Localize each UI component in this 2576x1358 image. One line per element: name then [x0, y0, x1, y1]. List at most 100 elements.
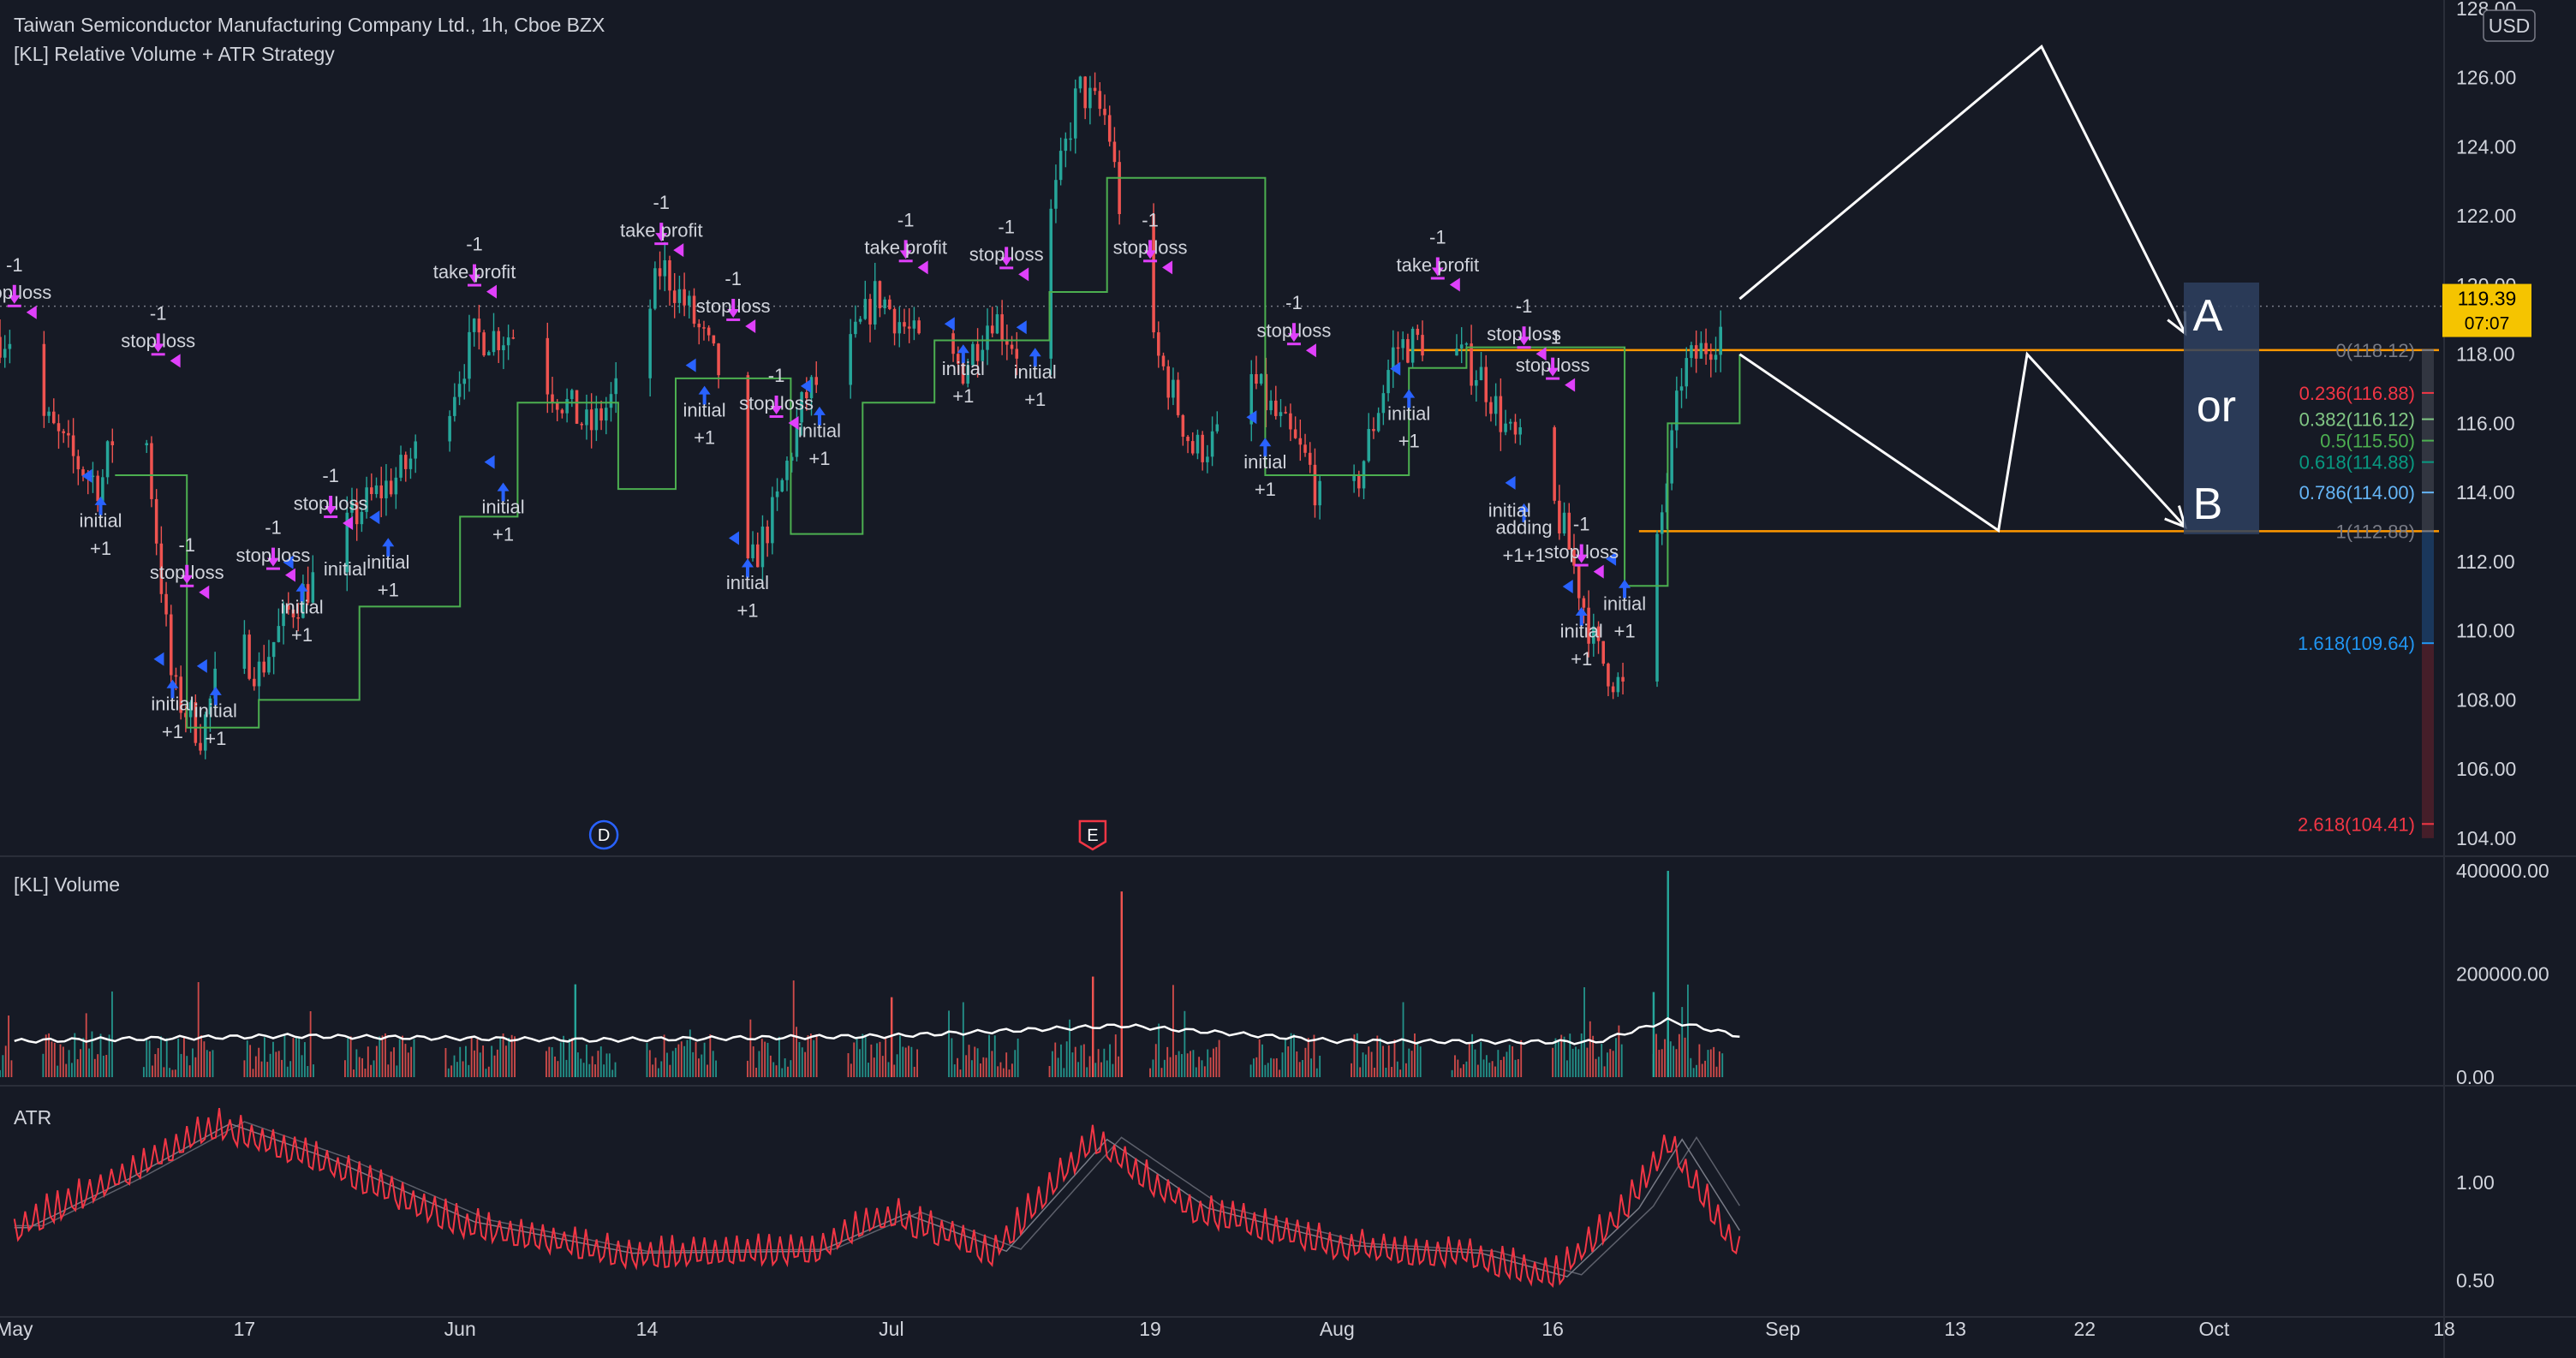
volume-bar — [885, 1037, 887, 1077]
volume-bar — [1178, 1051, 1180, 1077]
candle-body — [1005, 341, 1009, 345]
volume-bar — [99, 1033, 102, 1077]
candle-body — [1396, 347, 1400, 349]
volume-bar — [148, 1040, 151, 1077]
price-tick-label: 108.00 — [2456, 688, 2516, 711]
volume-bar — [188, 1065, 191, 1077]
volume-bar — [862, 1033, 864, 1077]
candle-body — [170, 614, 173, 676]
signal-label: -1 — [6, 254, 23, 276]
fib-band — [2422, 643, 2434, 838]
candle-body — [854, 321, 857, 335]
volume-bar — [482, 1045, 485, 1077]
candle-body — [1484, 366, 1488, 402]
volume-bar — [568, 1039, 570, 1077]
volume-bar — [1203, 1066, 1206, 1077]
candle-body — [868, 299, 872, 325]
exit-bar-icon — [151, 353, 165, 356]
volume-bar — [873, 1057, 875, 1077]
candle-body — [717, 343, 720, 376]
volume-bar — [551, 1047, 553, 1077]
price-tick-label: 124.00 — [2456, 135, 2516, 158]
volume-bar — [1701, 1063, 1703, 1077]
candle-body — [1186, 437, 1190, 442]
volume-bar — [295, 1037, 297, 1077]
candle-body — [986, 325, 989, 350]
candle-body — [692, 295, 696, 325]
volume-bar — [496, 1049, 498, 1077]
volume-bar — [1213, 1048, 1214, 1077]
volume-bar — [565, 1059, 568, 1077]
volume-bar — [591, 1056, 593, 1077]
volume-bar — [197, 982, 200, 1077]
candle-body — [1073, 88, 1077, 139]
volume-bar — [459, 1046, 462, 1077]
volume-bar — [853, 1042, 856, 1077]
volume-bar — [1569, 1033, 1571, 1077]
signal-label: initial — [798, 420, 841, 442]
candle-body — [702, 327, 706, 329]
volume-bar — [1364, 1054, 1367, 1077]
volume-bar — [1118, 1056, 1120, 1077]
volume-bar — [1661, 1049, 1663, 1077]
volume-bar — [675, 1047, 677, 1077]
volume-bar — [1094, 1063, 1097, 1077]
volume-bar — [778, 1036, 780, 1077]
candle-body — [1083, 76, 1087, 109]
scenario-box: A or B — [2184, 283, 2259, 534]
volume-bar — [402, 1035, 403, 1077]
fib-label: 0.382(116.12) — [2299, 409, 2415, 431]
candle-body — [1406, 339, 1410, 363]
volume-bar — [988, 1034, 990, 1077]
volume-bar — [801, 1047, 803, 1077]
volume-bar — [1696, 1064, 1697, 1077]
candle-body — [271, 641, 276, 658]
candle-body — [1210, 431, 1214, 457]
volume-bar — [993, 1035, 996, 1077]
exit-bar-icon — [1430, 277, 1445, 280]
volume-bar — [980, 1063, 981, 1077]
candle-body — [453, 396, 456, 416]
candle-body — [766, 526, 769, 544]
event-label: D — [598, 826, 610, 845]
volume-bar — [152, 1065, 153, 1077]
signal-label: stop loss — [121, 331, 195, 352]
volume-bar — [1190, 1051, 1191, 1077]
volume-bar — [1387, 1045, 1390, 1077]
volume-bar — [970, 1060, 973, 1077]
volume-bar — [1485, 1055, 1488, 1077]
volume-bar — [1169, 1057, 1172, 1077]
volume-bar — [1669, 1041, 1672, 1077]
candle-body — [1058, 151, 1063, 181]
volume-bar — [755, 1067, 757, 1077]
volume-bar — [82, 1038, 85, 1077]
signal-label: +1 — [694, 427, 715, 449]
candle-body — [1289, 413, 1292, 430]
candle-body — [653, 268, 657, 309]
candle-body — [1494, 396, 1498, 414]
volume-bar — [174, 1069, 176, 1077]
volume-bar — [614, 1062, 617, 1077]
candle-body — [1176, 379, 1180, 415]
chart-canvas[interactable]: 0(118.12) 0.236(116.88) 0.382(116.12)0.5(1… — [0, 0, 2576, 1358]
candle-body — [1098, 91, 1102, 110]
exit-bar-icon — [654, 242, 669, 246]
fib-label: 1.618(109.64) — [2298, 633, 2415, 654]
volume-bar — [968, 1045, 970, 1077]
signal-label: +1 — [1571, 648, 1592, 670]
volume-bar — [367, 1046, 369, 1077]
signal-label: initial — [683, 399, 726, 420]
candle-body — [1719, 326, 1722, 355]
volume-bar — [1114, 1034, 1117, 1077]
volume-bar — [1319, 1055, 1321, 1077]
time-tick-label: 19 — [1139, 1318, 1161, 1340]
volume-spike-bar — [574, 984, 577, 1077]
volume-bar — [796, 1027, 797, 1077]
volume-bar — [203, 1041, 206, 1077]
volume-bar — [444, 1048, 447, 1077]
candle-body — [472, 319, 476, 332]
signal-label: initial — [79, 510, 122, 532]
volume-bar — [648, 1050, 651, 1077]
currency-box[interactable]: USD — [2483, 9, 2536, 42]
volume-bar — [74, 1033, 76, 1077]
